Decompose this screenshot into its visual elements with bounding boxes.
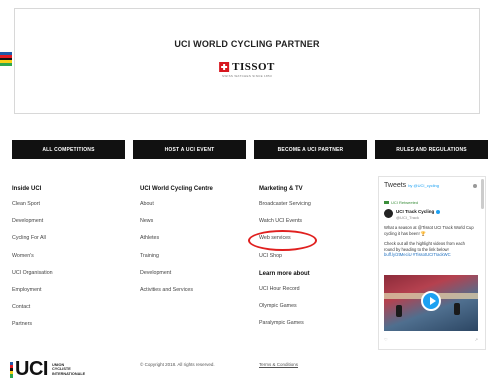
uci-sub-line: INTERNATIONALE: [51, 371, 86, 376]
rider-figure: [454, 303, 460, 315]
play-icon[interactable]: [421, 291, 441, 311]
rider-figure: [396, 305, 402, 317]
footer-link-about[interactable]: About: [140, 201, 213, 218]
footer-link-clean-sport[interactable]: Clean Sport: [12, 201, 53, 218]
footer-link-hour-record[interactable]: UCI Hour Record: [259, 286, 311, 303]
marketing-column: Marketing & TV Broadcaster Servicing Wat…: [259, 186, 311, 337]
uci-logo[interactable]: UCI UNION CYCLISTE INTERNATIONALE: [10, 358, 85, 381]
rainbow-stripe: [0, 52, 12, 66]
reply-icon[interactable]: ♡: [384, 337, 388, 342]
uci-rainbow-icon: [10, 361, 13, 378]
tweets-by-link[interactable]: by @UCI_cycling: [408, 183, 439, 188]
tweet-text: What a season at @Tissot UCI Track World…: [384, 225, 474, 236]
footer-link-paralympic-games[interactable]: Paralympic Games: [259, 320, 311, 337]
tweet-author-name[interactable]: UCI Track Cycling: [396, 209, 441, 214]
marketing-title: Marketing & TV: [259, 186, 303, 192]
all-competitions-button[interactable]: ALL COMPETITIONS: [12, 140, 125, 159]
learn-more-title: Learn more about: [259, 270, 310, 277]
footer-link-employment[interactable]: Employment: [12, 287, 53, 304]
tweets-header: Tweets by @UCI_cycling: [384, 182, 439, 189]
twitter-widget[interactable]: Tweets by @UCI_cycling UCI Retweeted UCI …: [378, 176, 486, 350]
terms-link[interactable]: Terms & Conditions: [259, 362, 298, 367]
tissot-tagline: SWISS WATCHES SINCE 1853: [222, 74, 272, 78]
uci-wordmark: UCI: [15, 358, 48, 380]
become-partner-button[interactable]: BECOME A UCI PARTNER: [254, 140, 367, 159]
footer-link-womens[interactable]: Women's: [12, 253, 53, 270]
footer-link-wcc-development[interactable]: Development: [140, 270, 213, 287]
retweeted-label: UCI Retweeted: [384, 200, 418, 205]
tweet-text-2: Check out all the highlight videos from …: [384, 241, 476, 258]
info-icon[interactable]: [473, 184, 477, 188]
tweets-title: Tweets: [384, 182, 407, 189]
tweet-link[interactable]: buff.ly/2tMeciU #TissotUCITrackWC: [384, 252, 451, 257]
footer-link-olympic-games[interactable]: Olympic Games: [259, 303, 311, 320]
verified-icon: [436, 209, 441, 214]
footer-link-development[interactable]: Development: [12, 218, 53, 235]
partner-title: UCI WORLD CYCLING PARTNER: [174, 39, 320, 49]
tweet-video-thumbnail[interactable]: [384, 275, 478, 331]
uci-subtitle: UNION CYCLISTE INTERNATIONALE: [52, 363, 85, 377]
footer-link-news[interactable]: News: [140, 218, 213, 235]
partner-banner[interactable]: UCI WORLD CYCLING PARTNER TISSOT SWISS W…: [14, 8, 480, 114]
tweets-scrollbar[interactable]: [481, 179, 484, 209]
tissot-brand: TISSOT: [232, 61, 275, 73]
footer-link-activities-services[interactable]: Activities and Services: [140, 287, 213, 304]
wcc-column: UCI World Cycling Centre About News Athl…: [140, 186, 213, 304]
tweet-actions: ♡ ↗: [384, 337, 478, 342]
swiss-cross-icon: [219, 62, 230, 72]
tweet-avatar[interactable]: [384, 209, 393, 218]
share-icon[interactable]: ↗: [475, 337, 478, 342]
footer-link-uci-shop[interactable]: UCI Shop: [259, 253, 311, 270]
footer-link-uci-organisation[interactable]: UCI Organisation: [12, 270, 53, 287]
footer-link-training[interactable]: Training: [140, 253, 213, 270]
tissot-logo: TISSOT: [219, 61, 275, 73]
tweet-text-2-body: Check out all the highlight videos from …: [384, 241, 466, 252]
inside-uci-column: Inside UCI Clean Sport Development Cycli…: [12, 186, 53, 339]
tweet-author-text: UCI Track Cycling: [396, 209, 435, 214]
footer-link-cycling-for-all[interactable]: Cycling For All: [12, 235, 53, 252]
host-uci-event-button[interactable]: HOST A UCI EVENT: [133, 140, 246, 159]
rules-regulations-button[interactable]: RULES AND REGULATIONS: [375, 140, 488, 159]
copyright-text: © Copyright 2018. All rights reserved.: [140, 362, 215, 367]
inside-uci-title: Inside UCI: [12, 186, 42, 192]
web-services-highlight: [248, 230, 317, 251]
tweet-author-handle[interactable]: @UCI_Track: [396, 215, 419, 220]
action-buttons: ALL COMPETITIONS HOST A UCI EVENT BECOME…: [12, 140, 488, 159]
footer-link-athletes[interactable]: Athletes: [140, 235, 213, 252]
footer-link-partners[interactable]: Partners: [12, 321, 53, 338]
wcc-title: UCI World Cycling Centre: [140, 186, 213, 192]
footer-link-broadcaster-servicing[interactable]: Broadcaster Servicing: [259, 201, 311, 218]
footer-link-contact[interactable]: Contact: [12, 304, 53, 321]
